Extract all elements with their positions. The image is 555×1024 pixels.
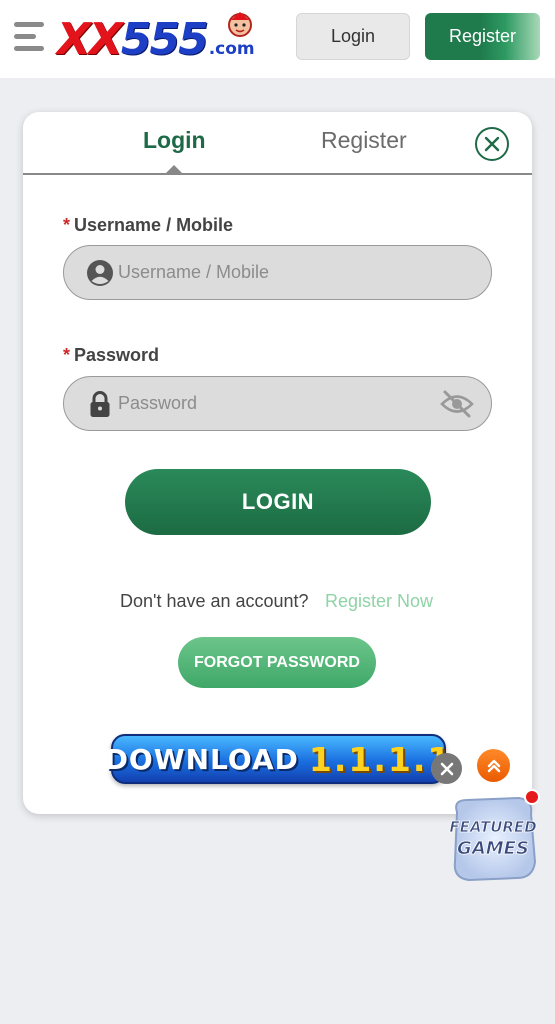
close-icon [440, 762, 453, 775]
featured-line1: FEATURED [449, 818, 536, 836]
tab-login[interactable]: Login [143, 127, 206, 154]
username-input[interactable] [118, 246, 438, 298]
register-now-link[interactable]: Register Now [325, 591, 433, 612]
active-tab-indicator [166, 165, 182, 173]
required-mark: * [63, 215, 71, 235]
scroll-to-top-button[interactable] [477, 749, 510, 782]
password-input[interactable] [118, 377, 438, 429]
close-button[interactable] [475, 127, 509, 161]
double-chevron-up-icon [487, 759, 500, 772]
logo-mascot-icon [228, 12, 252, 37]
download-label: DOWNLOAD [104, 742, 299, 776]
eye-off-icon[interactable] [440, 389, 474, 419]
top-header: XX 555 .com Login Register [0, 0, 555, 78]
featured-line2: GAMES [457, 838, 529, 859]
no-account-text: Don't have an account? [120, 591, 309, 611]
logo-domain-text: .com [208, 39, 255, 59]
menu-icon[interactable] [14, 22, 46, 52]
username-label-text: Username / Mobile [74, 215, 234, 235]
user-icon [87, 260, 113, 286]
logo-number-text: 555 [120, 14, 209, 65]
login-card: Login Register *Username / Mobile *Passw… [23, 112, 532, 814]
login-submit-button[interactable]: LOGIN [125, 469, 431, 535]
auth-tabs: Login Register [23, 112, 532, 175]
password-field-wrapper [63, 376, 492, 431]
site-logo[interactable]: XX 555 .com [57, 12, 255, 64]
header-register-button[interactable]: Register [425, 13, 540, 60]
logo-xx-text: XX [57, 14, 123, 65]
username-label: * Username / Mobile [63, 215, 233, 236]
required-mark: * [63, 345, 71, 365]
featured-games-badge[interactable]: FEATURED GAMES [447, 792, 539, 884]
header-login-button[interactable]: Login [296, 13, 410, 60]
password-label: * Password [63, 345, 159, 366]
lock-icon [90, 391, 110, 417]
tab-register[interactable]: Register [321, 127, 407, 154]
username-field-wrapper [63, 245, 492, 300]
notification-dot [524, 789, 540, 805]
close-icon [484, 136, 500, 152]
download-app-banner[interactable]: DOWNLOAD 1.1.1.1 [105, 734, 450, 784]
forgot-password-button[interactable]: FORGOT PASSWORD [178, 637, 376, 688]
password-label-text: Password [74, 345, 160, 365]
download-banner-close-button[interactable] [431, 753, 462, 784]
